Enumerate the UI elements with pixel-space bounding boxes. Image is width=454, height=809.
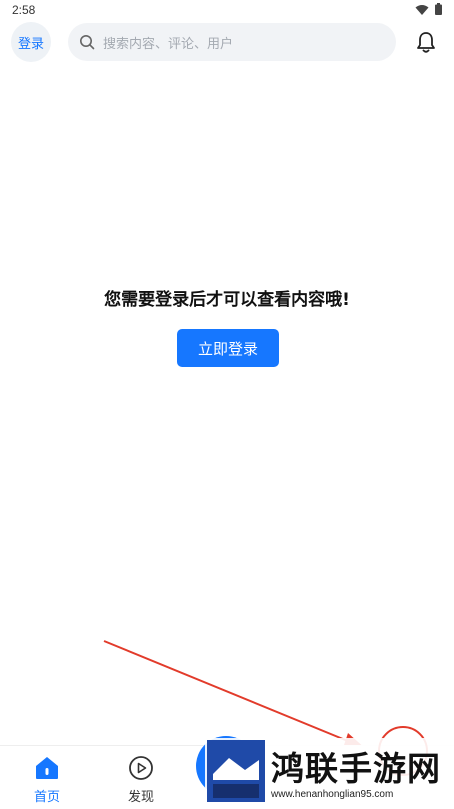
play-circle-icon [129, 756, 153, 780]
search-placeholder: 搜索内容、评论、用户 [103, 36, 234, 52]
watermark: 鸿联手游网 www.henanhonglian95.com [205, 738, 454, 806]
battery-icon [435, 3, 442, 15]
status-time: 2:58 [12, 3, 36, 17]
watermark-url: www.henanhonglian95.com [271, 789, 394, 800]
wifi-icon [415, 5, 429, 15]
tab-discover[interactable]: 发现 [106, 746, 176, 809]
search-icon [80, 35, 95, 50]
login-avatar-button[interactable]: 登录 [11, 22, 51, 62]
login-now-button[interactable]: 立即登录 [177, 329, 279, 367]
tab-discover-label: 发现 [127, 790, 154, 805]
annotation-arrow [103, 640, 366, 749]
home-icon [36, 757, 58, 779]
watermark-title: 鸿联手游网 [271, 749, 441, 788]
tab-home[interactable]: 首页 [12, 746, 82, 809]
search-input[interactable]: 搜索内容、评论、用户 [68, 23, 396, 61]
tab-home-label: 首页 [33, 790, 60, 805]
bell-icon[interactable] [414, 30, 438, 54]
login-required-message: 您需要登录后才可以查看内容哦! [104, 290, 350, 310]
header: 登录 搜索内容、评论、用户 [0, 22, 454, 62]
status-bar: 2:58 [0, 0, 454, 22]
watermark-logo [207, 740, 265, 802]
login-avatar-label: 登录 [17, 36, 44, 52]
